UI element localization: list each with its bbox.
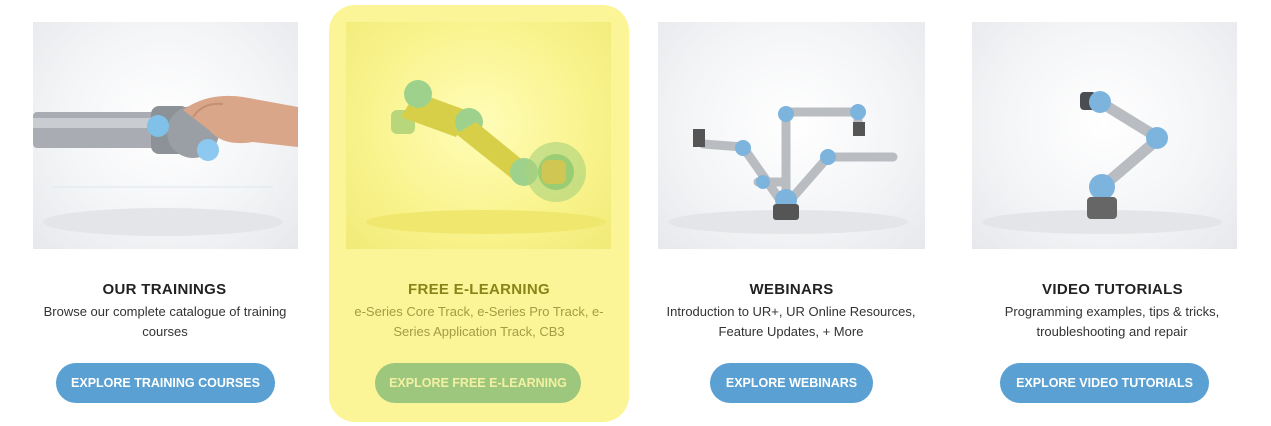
card-title: OUR TRAININGS [102, 281, 227, 298]
card-title: VIDEO TUTORIALS [1042, 281, 1183, 298]
card-description: Browse our complete catalogue of trainin… [43, 304, 287, 339]
card-description: e-Series Core Track, e-Series Pro Track,… [354, 304, 604, 339]
webinars-robots-image[interactable] [658, 22, 925, 249]
training-hand-robot-image[interactable] [33, 22, 298, 249]
card-video-tutorials: VIDEO TUTORIALS Programming examples, ti… [954, 0, 1271, 426]
explore-free-e-learning-button[interactable]: EXPLORE FREE E-LEARNING [375, 363, 581, 403]
card-description: Programming examples, tips & tricks, tro… [1004, 304, 1220, 339]
card-title: WEBINARS [749, 281, 834, 298]
video-tutorials-robot-image[interactable] [972, 22, 1237, 249]
e-learning-robot-image[interactable] [346, 22, 611, 249]
explore-training-courses-button[interactable]: EXPLORE TRAINING COURSES [56, 363, 275, 403]
card-free-e-learning: FREE E-LEARNING e-Series Core Track, e-S… [329, 0, 629, 426]
card-description: Introduction to UR+, UR Online Resources… [666, 304, 916, 339]
card-webinars: WEBINARS Introduction to UR+, UR Online … [629, 0, 954, 426]
explore-video-tutorials-button[interactable]: EXPLORE VIDEO TUTORIALS [1000, 363, 1209, 403]
card-our-trainings: OUR TRAININGS Browse our complete catalo… [0, 0, 329, 426]
card-title: FREE E-LEARNING [407, 281, 550, 298]
explore-webinars-button[interactable]: EXPLORE WEBINARS [710, 363, 873, 403]
